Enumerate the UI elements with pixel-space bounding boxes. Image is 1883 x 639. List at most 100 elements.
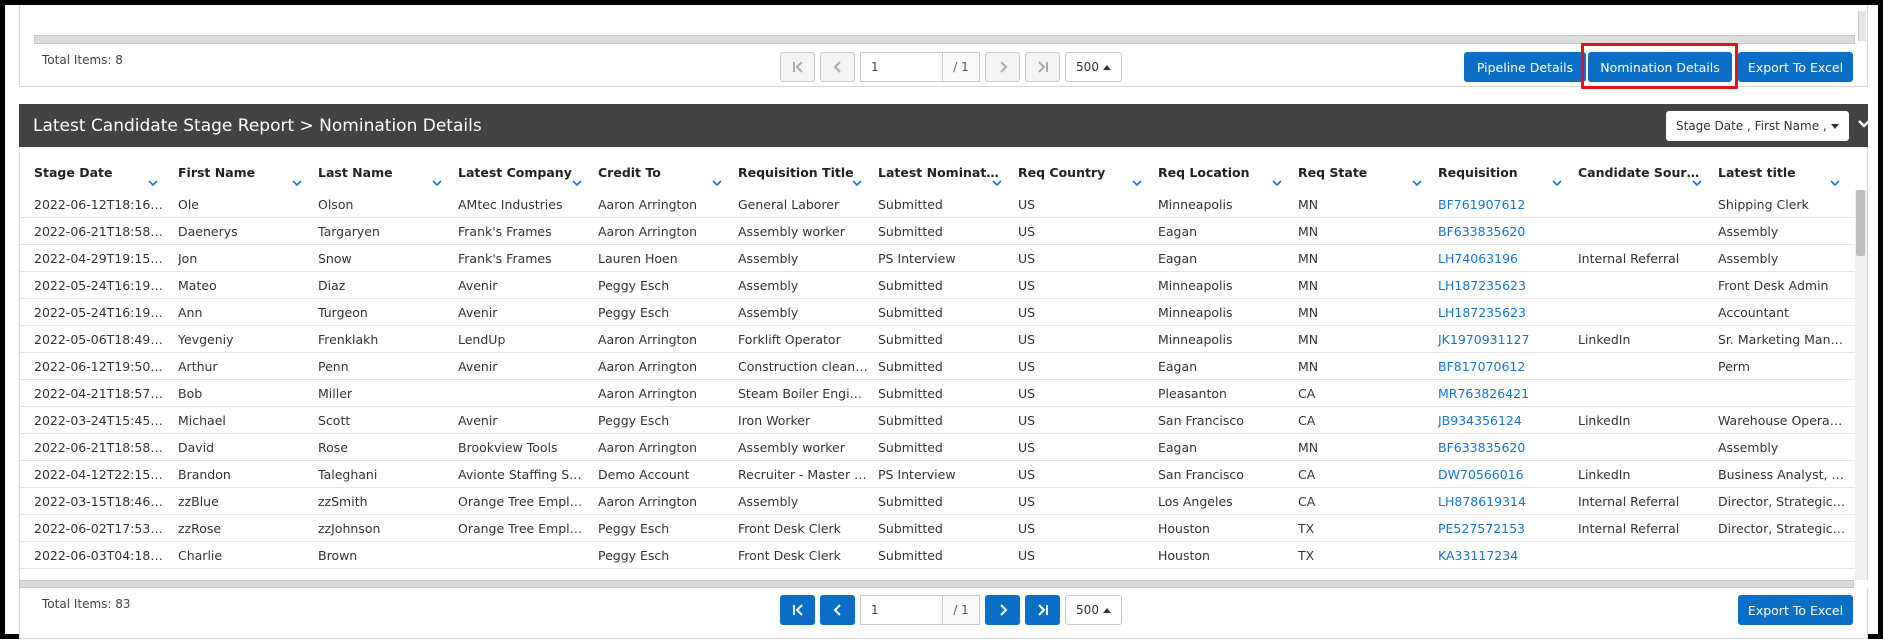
- table-cell: San Francisco: [1158, 467, 1244, 482]
- table-cell: Miller: [318, 386, 353, 401]
- scrollbar-thumb[interactable]: [1856, 190, 1865, 256]
- page-number-input-bottom[interactable]: [860, 595, 942, 625]
- requisition-link[interactable]: BF633835620: [1438, 218, 1568, 245]
- chevron-down-icon[interactable]: [712, 179, 722, 187]
- export-to-excel-button-top[interactable]: Export To Excel: [1738, 52, 1853, 82]
- table-cell: [1578, 299, 1708, 326]
- prev-page-button[interactable]: [820, 52, 855, 82]
- table-row[interactable]: 2022-06-02T17:53:11.1... zzRose zzJohnson O…: [20, 515, 1855, 542]
- table-row[interactable]: 2022-05-24T16:19:24.1... Ann Turgeon Avenir…: [20, 299, 1855, 326]
- requisition-link[interactable]: BF817070612: [1438, 353, 1568, 380]
- requisition-link[interactable]: LH878619314: [1438, 488, 1568, 515]
- next-page-button-bottom[interactable]: [985, 595, 1020, 625]
- table-cell: CA: [1298, 386, 1316, 401]
- table-cell: Avenir: [458, 278, 498, 293]
- table-cell: Brown: [318, 548, 358, 563]
- chevron-down-icon[interactable]: [1830, 179, 1840, 187]
- last-page-icon: [1037, 61, 1048, 73]
- table-row[interactable]: 2022-04-12T22:15:00 Brandon Taleghani Avion…: [20, 461, 1855, 488]
- requisition-link[interactable]: LH187235623: [1438, 272, 1568, 299]
- grid-vertical-scrollbar[interactable]: [1855, 190, 1867, 580]
- table-cell: [1578, 380, 1708, 407]
- chevron-down-icon[interactable]: [1857, 117, 1871, 131]
- column-header[interactable]: Req Country: [1018, 165, 1154, 189]
- requisition-link[interactable]: JB934356124: [1438, 407, 1568, 434]
- column-header-label: Stage Date: [34, 165, 113, 180]
- chevron-down-icon[interactable]: [1272, 179, 1282, 187]
- column-header[interactable]: Req State: [1298, 165, 1434, 189]
- page-size-select[interactable]: 500: [1065, 52, 1122, 82]
- column-header[interactable]: Latest title: [1718, 165, 1852, 189]
- table-cell: LinkedIn: [1578, 332, 1631, 347]
- requisition-link[interactable]: PE527572153: [1438, 515, 1568, 542]
- requisition-link[interactable]: KA33117234: [1438, 542, 1568, 569]
- nomination-grid: Stage Date First Name Last Name Latest Comp…: [19, 147, 1868, 580]
- chevron-down-icon[interactable]: [292, 179, 302, 187]
- table-row[interactable]: 2022-06-03T04:18:54.... Charlie Brown Peggy…: [20, 542, 1855, 569]
- prev-page-button-bottom[interactable]: [820, 595, 855, 625]
- table-cell: zzJohnson: [318, 521, 381, 536]
- table-row[interactable]: 2022-06-21T18:58:42.... Daenerys Targaryen…: [20, 218, 1855, 245]
- grid-horizontal-scrollbar[interactable]: [19, 580, 1854, 588]
- table-cell: Michael: [178, 413, 226, 428]
- first-page-icon: [792, 61, 803, 73]
- chevron-down-icon[interactable]: [148, 179, 158, 187]
- chevron-down-icon[interactable]: [1552, 179, 1562, 187]
- column-header[interactable]: First Name: [178, 165, 314, 189]
- table-cell: MN: [1298, 197, 1319, 212]
- table-row[interactable]: 2022-05-06T18:49:06.... Yevgeniy Frenklakh…: [20, 326, 1855, 353]
- requisition-link[interactable]: LH74063196: [1438, 245, 1568, 272]
- table-cell: 2022-05-24T16:19:24.1...: [34, 305, 164, 320]
- pipeline-details-button[interactable]: Pipeline Details: [1464, 52, 1586, 82]
- chevron-down-icon[interactable]: [852, 179, 862, 187]
- column-header[interactable]: Latest Company: [458, 165, 594, 189]
- column-header-label: First Name: [178, 165, 256, 180]
- requisition-link[interactable]: BF761907612: [1438, 191, 1568, 218]
- caret-up-icon: [1102, 64, 1111, 70]
- vertical-scrollbar[interactable]: [1858, 11, 1866, 41]
- first-page-button-bottom[interactable]: [780, 595, 815, 625]
- table-row[interactable]: 2022-06-12T19:50:10.... Arthur Penn Avenir A…: [20, 353, 1855, 380]
- page-size-select-bottom[interactable]: 500: [1065, 595, 1122, 625]
- column-header[interactable]: Stage Date: [34, 165, 170, 189]
- table-row[interactable]: 2022-05-24T16:19:19.... Mateo Diaz Avenir Pe…: [20, 272, 1855, 299]
- table-row[interactable]: 2022-03-24T15:45:40.... Michael Scott Aveni…: [20, 407, 1855, 434]
- table-row[interactable]: 2022-04-29T19:15:00 Jon Snow Frank's Frames…: [20, 245, 1855, 272]
- table-row[interactable]: 2022-04-21T18:57:37.4 Bob Miller Aaron Arri…: [20, 380, 1855, 407]
- column-header[interactable]: Requisition: [1438, 165, 1574, 189]
- chevron-down-icon[interactable]: [572, 179, 582, 187]
- column-header[interactable]: Latest Nomination St...: [878, 165, 1014, 189]
- total-items-label: Total Items: 8: [42, 53, 123, 67]
- page-size-value: 500: [1076, 60, 1099, 74]
- column-header[interactable]: Last Name: [318, 165, 454, 189]
- first-page-button[interactable]: [780, 52, 815, 82]
- next-page-button[interactable]: [985, 52, 1020, 82]
- table-cell: PS Interview: [878, 467, 956, 482]
- sort-columns-select[interactable]: Stage Date , First Name ,: [1666, 111, 1849, 141]
- table-row[interactable]: 2022-06-21T18:58:43.... David Rose Brookvie…: [20, 434, 1855, 461]
- last-page-button-bottom[interactable]: [1025, 595, 1060, 625]
- requisition-link[interactable]: JK1970931127: [1438, 326, 1568, 353]
- chevron-down-icon[interactable]: [432, 179, 442, 187]
- table-row[interactable]: 2022-06-12T18:16:57.1... Ole Olson AMtec In…: [20, 191, 1855, 218]
- column-header[interactable]: Credit To: [598, 165, 734, 189]
- chevron-down-icon[interactable]: [1412, 179, 1422, 187]
- chevron-down-icon[interactable]: [1132, 179, 1142, 187]
- table-cell: 2022-06-12T19:50:10....: [34, 359, 164, 374]
- requisition-link[interactable]: LH187235623: [1438, 299, 1568, 326]
- table-cell: [458, 542, 588, 569]
- requisition-link[interactable]: DW70566016: [1438, 461, 1568, 488]
- column-header[interactable]: Candidate Source Ta...: [1578, 165, 1714, 189]
- last-page-button[interactable]: [1025, 52, 1060, 82]
- requisition-link[interactable]: BF633835620: [1438, 434, 1568, 461]
- table-row[interactable]: 2022-03-15T18:46:48.... zzBlue zzSmith Oran…: [20, 488, 1855, 515]
- requisition-link[interactable]: MR763826421: [1438, 380, 1568, 407]
- chevron-down-icon[interactable]: [1692, 179, 1702, 187]
- column-header[interactable]: Req Location: [1158, 165, 1294, 189]
- export-to-excel-button-bottom[interactable]: Export To Excel: [1738, 595, 1853, 625]
- page-number-input[interactable]: [860, 52, 942, 82]
- chevron-down-icon[interactable]: [992, 179, 1002, 187]
- table-cell: Aaron Arrington: [598, 197, 698, 212]
- column-header[interactable]: Requisition Title: [738, 165, 874, 189]
- page-count-label: / 1: [942, 52, 980, 82]
